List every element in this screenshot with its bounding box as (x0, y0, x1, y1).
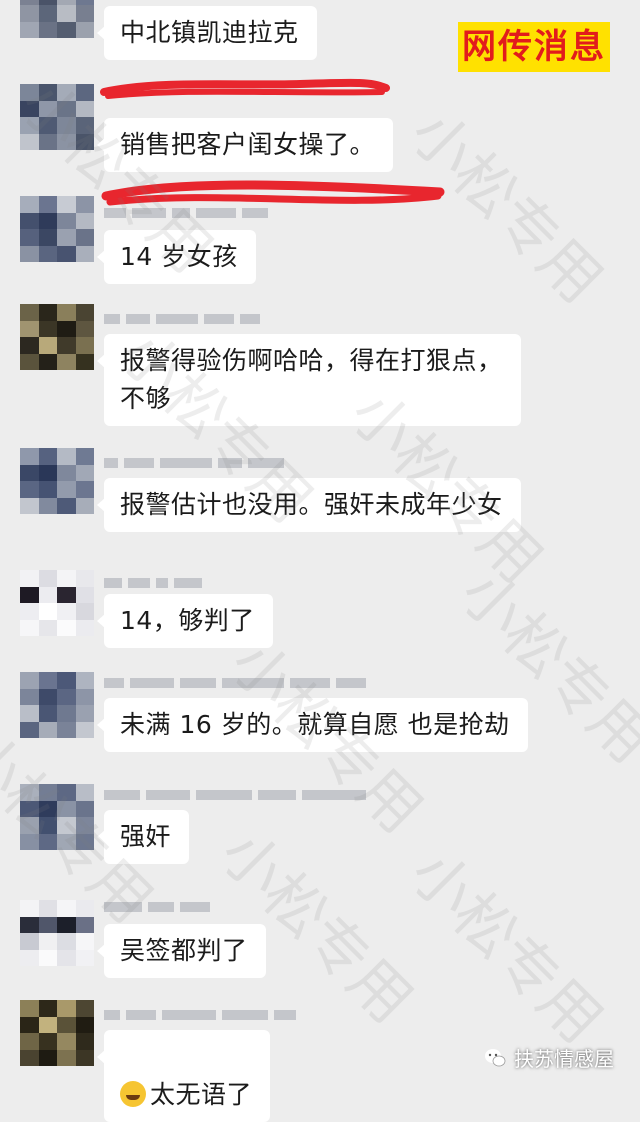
message-bubble[interactable]: 未满 16 岁的。就算自愿 也是抢劫 (97, 698, 528, 752)
sender-name-redacted (104, 312, 260, 326)
sender-name-redacted (104, 576, 202, 590)
avatar[interactable] (20, 672, 94, 738)
sender-name-redacted (104, 206, 268, 220)
avatar[interactable] (20, 900, 94, 966)
message-text: 太无语了 (150, 1080, 253, 1109)
avatar[interactable] (20, 84, 94, 150)
sender-name-redacted (104, 1008, 296, 1022)
rumor-badge: 网传消息 (458, 22, 610, 72)
avatar[interactable] (20, 448, 94, 514)
message-bubble[interactable]: 太无语了 (96, 1030, 271, 1122)
sender-name-redacted (104, 456, 284, 470)
avatar[interactable] (20, 784, 94, 850)
message-bubble[interactable]: 销售把客户闺女操了。 (96, 118, 394, 172)
avatar[interactable] (20, 196, 94, 262)
message-bubble[interactable]: 报警估计也没用。强奸未成年少女 (97, 478, 521, 532)
watermark: 小松专用 (396, 837, 616, 1057)
avatar[interactable] (20, 304, 94, 370)
credit-text: 扶苏情感屋 (514, 1047, 614, 1071)
redaction-scribble (100, 78, 390, 99)
message-bubble[interactable]: 14 岁女孩 (97, 230, 256, 284)
avatar[interactable] (20, 1000, 94, 1066)
sender-name-redacted (104, 900, 210, 914)
account-credit: 扶苏情感屋 (484, 1043, 614, 1072)
crying-laughing-emoji (120, 1081, 146, 1107)
message-bubble[interactable]: 强奸 (96, 810, 190, 864)
avatar[interactable] (20, 570, 94, 636)
wechat-icon (485, 1048, 506, 1066)
message-bubble[interactable]: 中北镇凯迪拉克 (97, 6, 317, 60)
chat-window[interactable]: 中北镇凯迪拉克 网传消息 销售把客户闺女操了。 14 岁女孩 报警得验伤啊哈哈，… (0, 0, 640, 1122)
sender-name-redacted (104, 788, 366, 802)
message-bubble[interactable]: 14，够判了 (97, 594, 273, 648)
message-bubble[interactable]: 吴签都判了 (97, 924, 266, 978)
sender-name-redacted (104, 676, 366, 690)
message-bubble[interactable]: 报警得验伤啊哈哈，得在打狠点， 不够 (97, 334, 521, 426)
avatar[interactable] (20, 0, 94, 38)
